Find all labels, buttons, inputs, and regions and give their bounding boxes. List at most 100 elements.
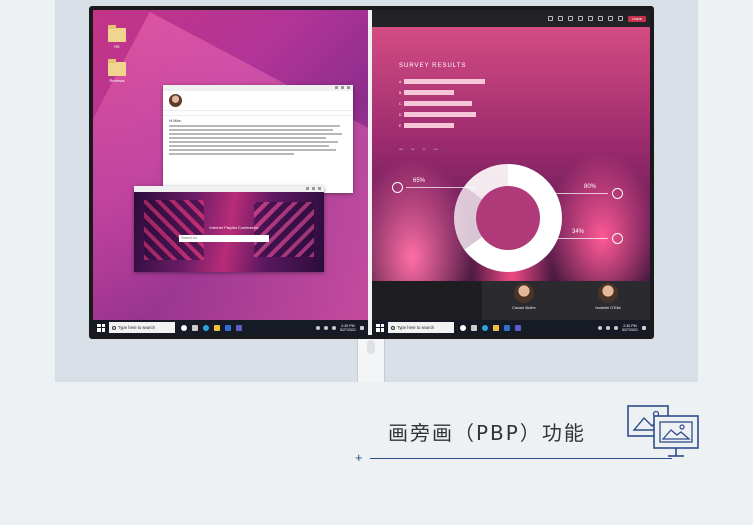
system-tray: 2:30 PM 5/27/2021 [316,324,368,332]
cortana-icon[interactable] [181,324,187,331]
participant-tile[interactable]: Isabelle D'Elia [566,281,650,320]
edge-icon[interactable] [203,324,209,331]
teams-icon[interactable] [515,324,521,331]
right-taskbar: Type here to search 2:30 PM 5/27/2021 [372,320,650,335]
email-text-line [169,145,330,147]
minimize-icon[interactable] [335,86,338,89]
mic-icon[interactable] [607,16,613,21]
close-icon[interactable] [318,187,321,190]
stat-line [548,193,608,194]
survey-title: SURVEY RESULTS [399,63,467,69]
tray-chevron-icon[interactable] [598,325,602,330]
taskbar-clock[interactable]: 2:30 PM 5/27/2021 [622,324,638,332]
clock-date: 5/27/2021 [340,327,356,332]
raise-hand-icon[interactable] [567,16,573,21]
survey-bar [404,79,485,84]
email-text-line [169,129,333,131]
volume-icon[interactable] [332,325,336,330]
maximize-icon[interactable] [312,187,315,190]
taskbar-apps [181,324,242,331]
chat-icon[interactable] [557,16,563,21]
desktop-icon-re[interactable]: RE [103,25,131,49]
avatar [598,283,618,303]
survey-donut-chart [454,164,562,272]
participant-name: Isabelle D'Elia [595,305,621,310]
desktop-icon-label: Reviews [109,78,125,83]
survey-bar-row: B [399,90,454,95]
volume-icon[interactable] [614,325,618,330]
stat-value: 80% [584,184,597,190]
taskbar-search-text: Type here to search [397,325,435,330]
video-search-input[interactable]: Search for [179,235,269,242]
leave-button[interactable]: Leave [627,15,646,22]
notification-icon[interactable] [360,325,364,330]
video-caption: Internet Playlist Conference [209,225,259,230]
email-text-line [169,125,340,127]
participant-tile[interactable]: Cassie Butler [482,281,566,320]
survey-bar-letter: A [399,79,402,84]
folder-icon [108,25,126,42]
windows-start-icon[interactable] [376,323,384,332]
clock-time: 2:30 PM [341,323,355,328]
right-pane-meeting: Leave SURVEY RESULTS A B C D E •••• ••• ••• •••… [372,10,650,335]
stat-value: 65% [413,178,426,184]
survey-bar [404,112,476,117]
file-explorer-icon[interactable] [493,324,499,331]
email-window[interactable]: Hi Mike, [163,85,353,193]
clock-time: 2:30 PM [623,323,637,328]
stat-icon-right-top [612,188,623,199]
camera-icon[interactable] [597,16,603,21]
left-pane-desktop: RE Reviews Hi Mike, Internet Playlist Co… [93,10,368,335]
email-text-line [169,141,339,143]
search-icon [391,325,395,330]
monitor: RE Reviews Hi Mike, Internet Playlist Co… [89,6,654,339]
tray-chevron-icon[interactable] [316,325,320,330]
feature-title: 画旁画（PBP）功能 [388,421,586,445]
taskbar-search-box[interactable]: Type here to search [388,322,454,333]
windows-start-icon[interactable] [97,323,105,332]
survey-bar-row: C [399,101,472,106]
network-icon[interactable] [606,325,610,330]
store-icon[interactable] [504,324,510,331]
network-icon[interactable] [324,325,328,330]
survey-bar-letter: D [399,112,402,117]
participants-icon[interactable] [547,16,553,21]
stat-line [406,187,476,188]
shared-content: SURVEY RESULTS ABCDE •••• ••• ••• •••• 65% … [372,27,650,281]
email-text-line [169,149,337,151]
survey-bar-letter: C [399,101,402,106]
survey-bar [404,123,454,128]
desktop-icon-label: RE [114,44,120,49]
survey-bar-axis: •••• ••• ••• •••• [399,147,438,151]
email-text-line [169,133,342,135]
minimize-icon[interactable] [306,187,309,190]
taskbar-search-box[interactable]: Type here to search [109,322,175,333]
avatar [169,94,182,107]
edge-icon[interactable] [482,324,488,331]
share-icon[interactable] [617,16,623,21]
teams-icon[interactable] [236,324,242,331]
survey-bar [404,101,472,106]
reactions-icon[interactable] [577,16,583,21]
store-icon[interactable] [225,324,231,331]
desktop-icon-reviews[interactable]: Reviews [103,59,131,83]
email-text-line [169,153,294,155]
more-icon[interactable] [587,16,593,21]
system-tray: 2:30 PM 5/27/2021 [598,324,650,332]
monitor-screen: RE Reviews Hi Mike, Internet Playlist Co… [93,10,650,335]
cortana-icon[interactable] [460,324,466,331]
task-view-icon[interactable] [471,324,477,331]
close-icon[interactable] [347,86,350,89]
file-explorer-icon[interactable] [214,324,220,331]
email-text-line [169,137,326,139]
maximize-icon[interactable] [341,86,344,89]
survey-bar-row: E [399,123,454,128]
video-scene: Internet Playlist Conference Search for [134,192,324,272]
taskbar-clock[interactable]: 2:30 PM 5/27/2021 [340,324,356,332]
survey-bar [404,90,454,95]
email-body: Hi Mike, [163,116,353,160]
task-view-icon[interactable] [192,324,198,331]
video-window[interactable]: Internet Playlist Conference Search for [134,186,324,272]
notification-icon[interactable] [642,325,646,330]
pbp-dual-screen-icon [627,405,699,457]
